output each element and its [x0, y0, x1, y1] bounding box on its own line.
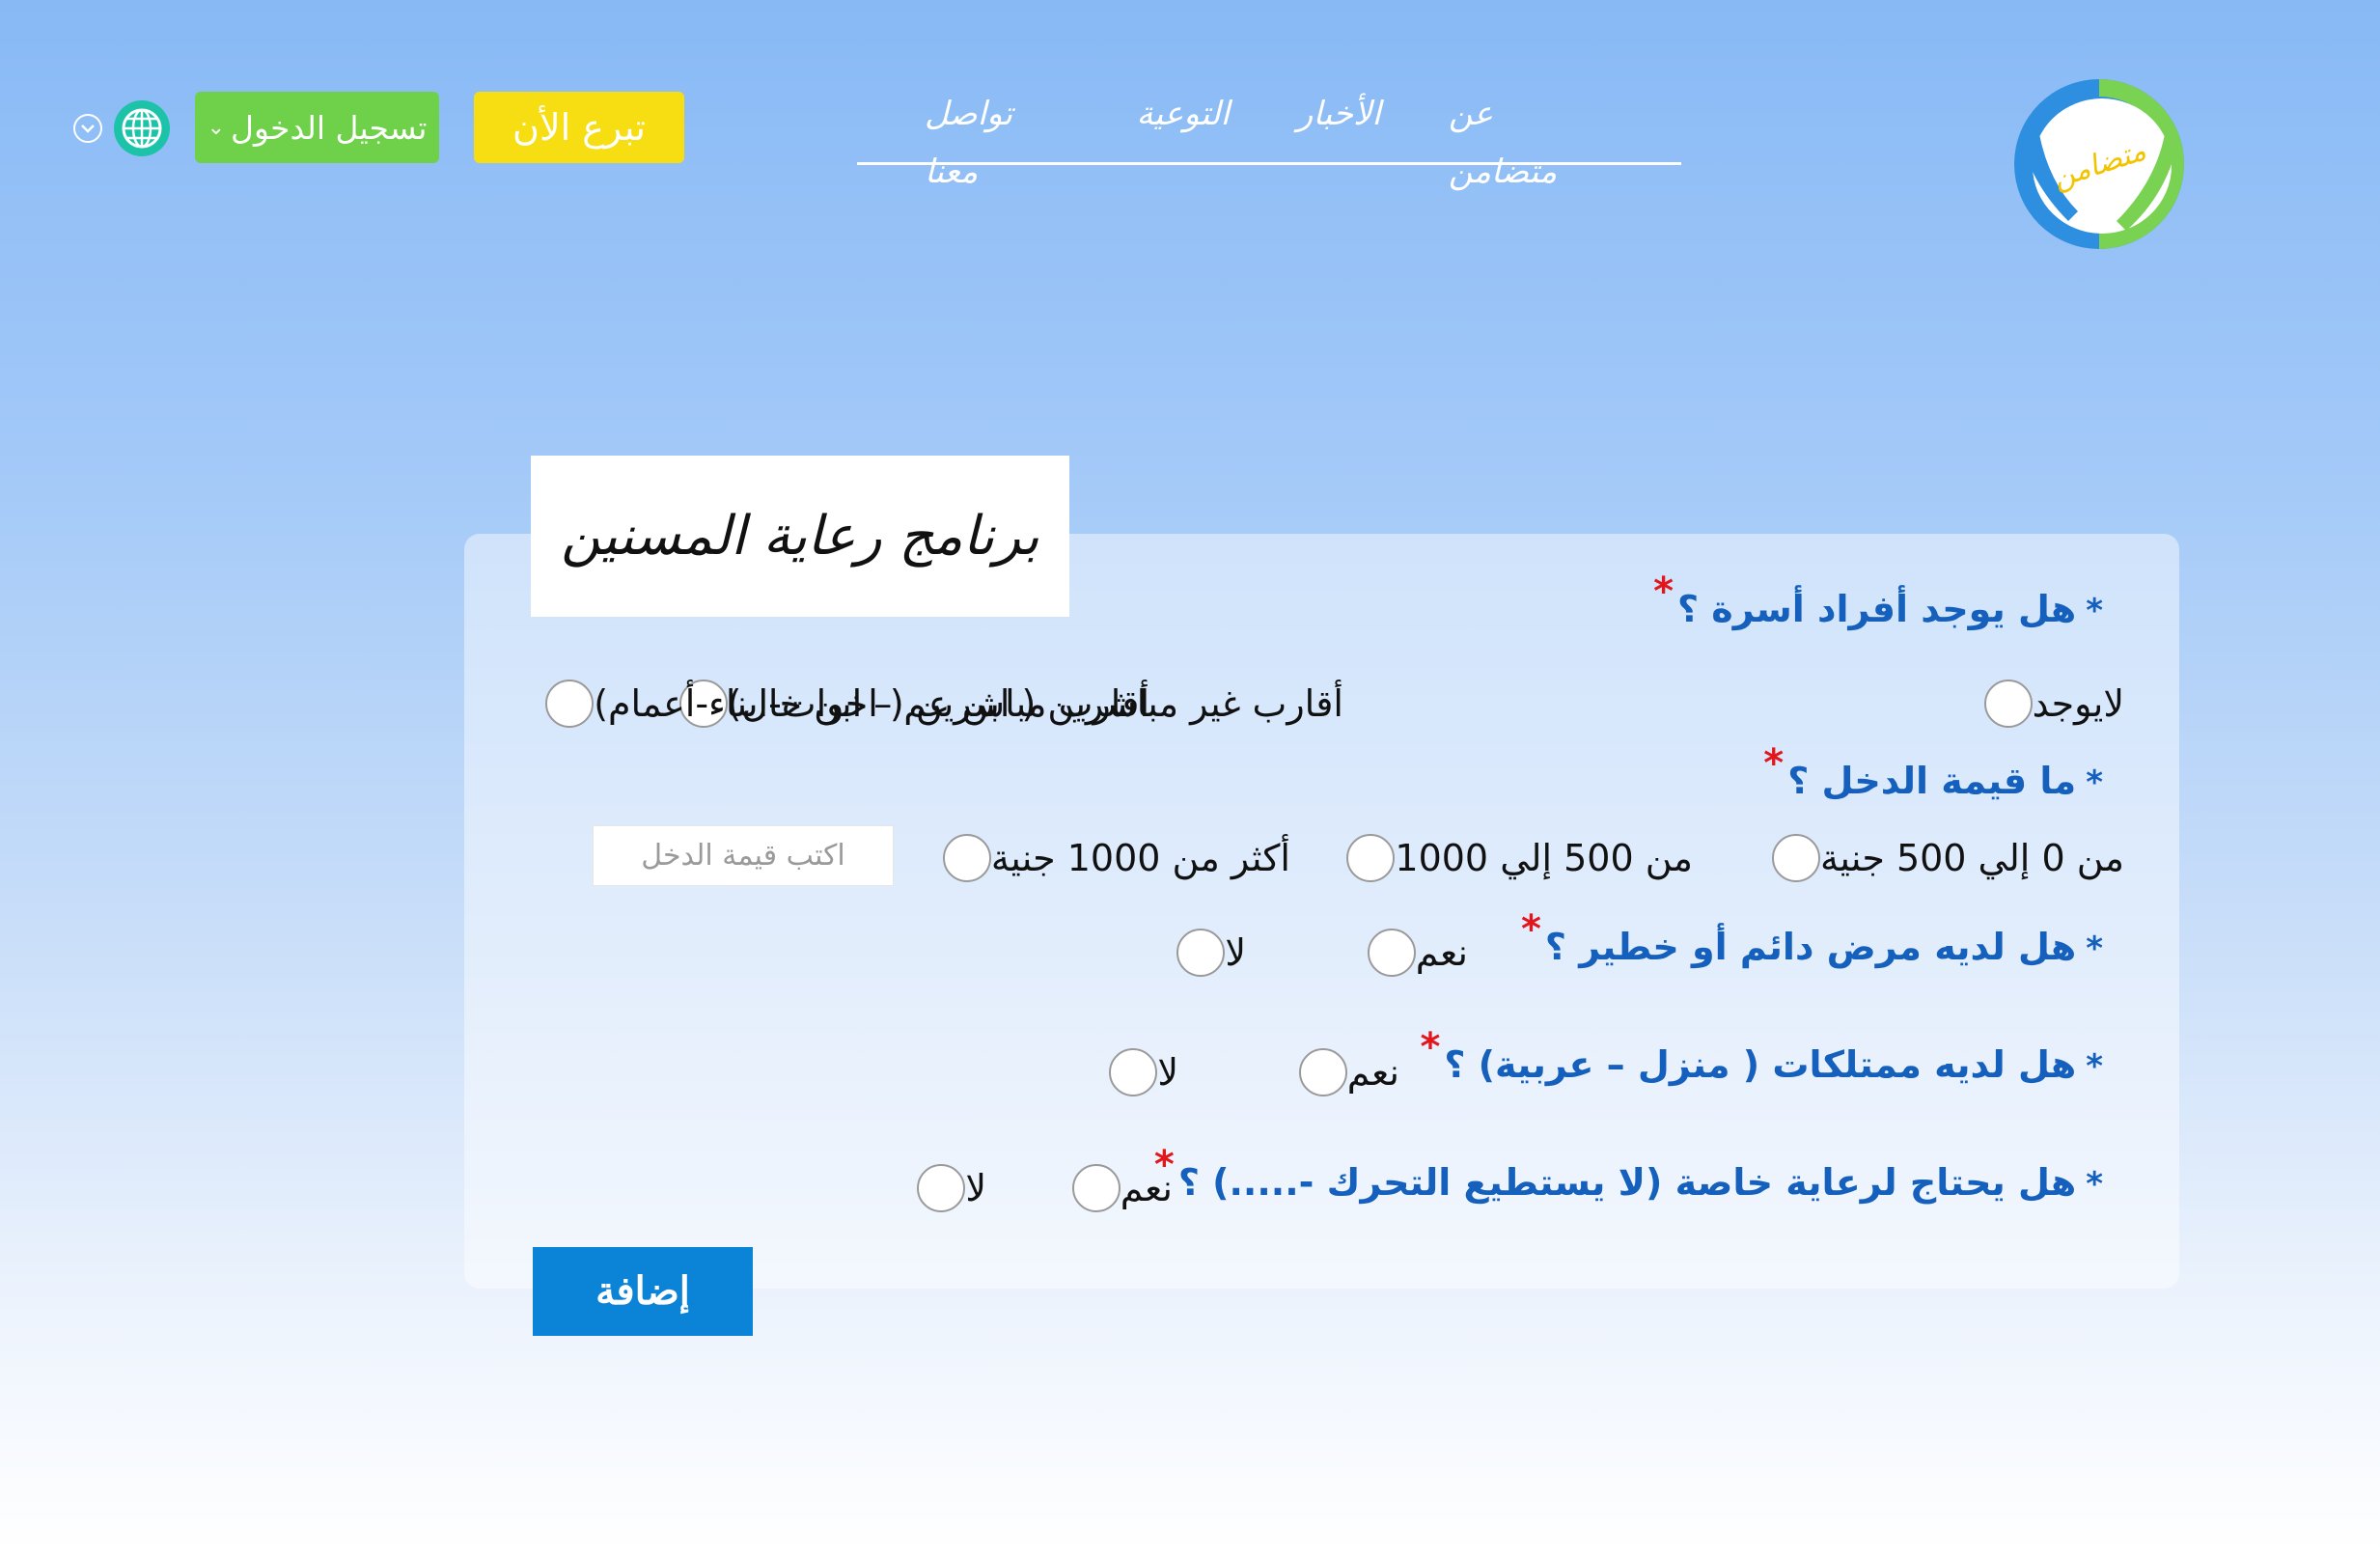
form-title-box: برنامج رعاية المسنين	[531, 456, 1069, 617]
radio-option[interactable]: نعم	[1071, 1164, 1184, 1212]
globe-icon	[122, 108, 162, 149]
radio-option[interactable]: أكثر من 1000 جنية	[942, 834, 1302, 882]
radio-option[interactable]: أقارب مباشرين ( اخوات-ابناء-أعمام)	[545, 680, 1161, 728]
question-income: *ما قيمة الدخل ؟*	[1763, 741, 2103, 803]
question-label: ما قيمة الدخل ؟	[1787, 760, 2077, 802]
option-label: لايوجد	[2032, 682, 2124, 725]
radio-option[interactable]: لا	[917, 1164, 998, 1212]
question-illness: *هل لديه مرض دائم أو خطير ؟*	[1521, 907, 2103, 969]
option-label: نعم	[1415, 931, 1468, 974]
radio-button[interactable]	[545, 680, 595, 728]
required-mark: *	[1521, 907, 1541, 952]
radio-option[interactable]: لايوجد	[1983, 680, 2136, 728]
option-label: لا	[1157, 1051, 1178, 1094]
radio-option[interactable]: نعم	[1298, 1048, 1411, 1096]
language-dropdown[interactable]	[73, 114, 102, 143]
question-property: *هل لديه ممتلكات ( منزل – عربية) ؟*	[1420, 1025, 2103, 1087]
question-bullet: *	[2086, 930, 2103, 968]
question-bullet: *	[2086, 592, 2103, 630]
nav-item-contact[interactable]: تواصل معنا	[925, 85, 1069, 201]
radio-button[interactable]	[1109, 1048, 1158, 1096]
main-nav: عن متضامن الأخبار التوعية تواصل معنا	[857, 85, 1681, 191]
nav-item-awareness[interactable]: التوعية	[1137, 85, 1230, 143]
chevron-down-icon	[81, 125, 95, 133]
question-label: هل يوجد أفراد أسرة ؟	[1677, 588, 2077, 630]
radio-button[interactable]	[1071, 1164, 1121, 1212]
required-mark: *	[1653, 569, 1674, 614]
radio-button[interactable]	[1346, 834, 1396, 882]
radio-option[interactable]: من 0 إلي 500 جنية	[1772, 834, 2136, 882]
radio-button[interactable]	[942, 834, 991, 882]
radio-button[interactable]	[1367, 929, 1416, 977]
radio-option[interactable]: نعم	[1367, 929, 1480, 977]
language-button[interactable]	[114, 100, 170, 156]
add-button[interactable]: إضافة	[533, 1247, 753, 1336]
option-label: لا	[965, 1167, 986, 1209]
question-label: هل لديه مرض دائم أو خطير ؟	[1544, 926, 2077, 968]
radio-button[interactable]	[1983, 680, 2033, 728]
option-label: نعم	[1346, 1051, 1399, 1094]
logo[interactable]: متضامن	[2010, 76, 2188, 252]
question-family: *هل يوجد أفراد أسرة ؟*	[1653, 569, 2103, 631]
radio-button[interactable]	[1772, 834, 1821, 882]
chevron-down-icon: ⌄	[207, 115, 226, 140]
option-label: من 500 إلي 1000	[1395, 837, 1693, 879]
question-bullet: *	[2086, 763, 2103, 802]
option-label: نعم	[1120, 1167, 1173, 1209]
form-title: برنامج رعاية المسنين	[561, 505, 1039, 568]
income-input[interactable]	[593, 825, 894, 886]
option-label: أقارب مباشرين ( اخوات-ابناء-أعمام)	[594, 682, 1149, 725]
option-label: من 0 إلي 500 جنية	[1820, 837, 2124, 879]
question-bullet: *	[2086, 1165, 2103, 1204]
question-label: هل يحتاج لرعاية خاصة (لا يستطيع التحرك -…	[1177, 1161, 2077, 1204]
login-button[interactable]: ⌄ تسجيل الدخول	[195, 92, 439, 163]
question-bullet: *	[2086, 1047, 2103, 1086]
required-mark: *	[1420, 1025, 1441, 1069]
radio-button[interactable]	[1298, 1048, 1347, 1096]
option-label: أكثر من 1000 جنية	[990, 837, 1290, 879]
question-label: هل لديه ممتلكات ( منزل – عربية) ؟	[1444, 1043, 2077, 1086]
login-label: تسجيل الدخول	[231, 108, 428, 147]
required-mark: *	[1763, 741, 1785, 786]
radio-button[interactable]	[1176, 929, 1226, 977]
radio-button[interactable]	[917, 1164, 966, 1212]
nav-item-about[interactable]: عن متضامن	[1449, 85, 1604, 201]
nav-item-news[interactable]: الأخبار	[1297, 85, 1381, 143]
radio-option[interactable]: لا	[1109, 1048, 1190, 1096]
donate-button[interactable]: تبرع الأن	[474, 92, 684, 163]
radio-option[interactable]: لا	[1176, 929, 1258, 977]
radio-option[interactable]: من 500 إلي 1000	[1346, 834, 1704, 882]
question-special-care: *هل يحتاج لرعاية خاصة (لا يستطيع التحرك …	[1154, 1143, 2103, 1205]
option-label: لا	[1225, 931, 1246, 974]
